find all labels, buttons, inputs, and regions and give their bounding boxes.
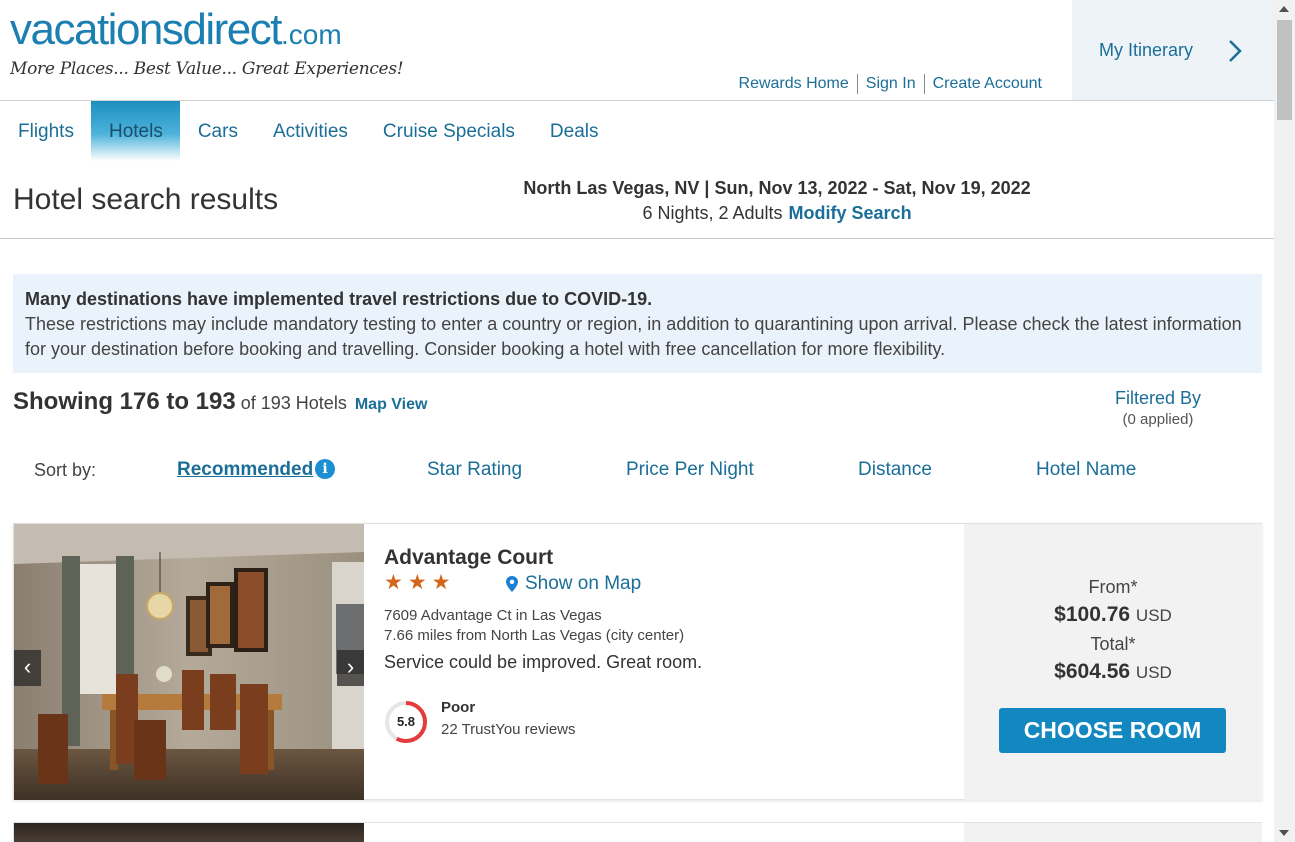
page-title: Hotel search results <box>13 183 279 216</box>
hotel-distance: 7.66 miles from North Las Vegas (city ce… <box>384 627 685 644</box>
map-pin-icon <box>506 576 518 592</box>
filter-count: (0 applied) <box>1122 411 1194 428</box>
sort-price-per-night[interactable]: Price Per Night <box>626 459 754 481</box>
scroll-down-arrow-icon[interactable] <box>1279 830 1289 836</box>
hotel-photo-image <box>14 524 364 800</box>
review-count[interactable]: 22 TrustYou reviews <box>441 721 576 738</box>
sort-label: Sort by: <box>34 460 97 480</box>
hotel-photo[interactable]: ‹ › <box>14 524 364 800</box>
hotel-address: 7609 Advantage Ct in Las Vegas 7.66 mile… <box>384 606 684 646</box>
tab-flights[interactable]: Flights <box>0 101 91 161</box>
hotel-photo-next[interactable] <box>14 823 364 842</box>
account-links: Rewards Home Sign In Create Account <box>731 74 1050 94</box>
modify-search-link[interactable]: Modify Search <box>789 203 912 223</box>
sort-star-rating[interactable]: Star Rating <box>427 459 522 481</box>
tab-hotels[interactable]: Hotels <box>90 101 180 161</box>
hotel-details: Advantage Court ★★★ Show on Map 7609 Adv… <box>384 524 964 800</box>
rewards-home-link[interactable]: Rewards Home <box>731 74 857 94</box>
tab-deals[interactable]: Deals <box>532 101 616 161</box>
star-icon: ★★★ <box>384 571 456 594</box>
tab-cars[interactable]: Cars <box>180 101 255 161</box>
results-count: Showing 176 to 193 of 193 Hotels Map Vie… <box>13 388 427 416</box>
sort-recommended[interactable]: Recommended <box>177 459 313 481</box>
hotel-street: 7609 Advantage Ct in Las Vegas <box>384 607 602 624</box>
photo-prev-button[interactable]: ‹ <box>14 650 41 686</box>
chevron-right-icon: › <box>346 654 355 679</box>
total-currency: USD <box>1135 663 1172 682</box>
rating-word: Poor <box>441 699 476 716</box>
total-label: Total* <box>1090 634 1136 654</box>
search-guests: 6 Nights, 2 Adults <box>642 203 783 223</box>
covid-notice-body: These restrictions may include mandatory… <box>25 314 1242 359</box>
my-itinerary-button[interactable]: My Itinerary <box>1072 0 1274 100</box>
price-panel-next <box>964 823 1262 842</box>
from-currency: USD <box>1135 606 1172 625</box>
chevron-left-icon: ‹ <box>23 654 32 679</box>
sign-in-link[interactable]: Sign In <box>856 74 924 94</box>
choose-room-button[interactable]: CHOOSE ROOM <box>999 708 1226 753</box>
scroll-thumb[interactable] <box>1277 20 1292 120</box>
star-rating: ★★★ <box>384 570 455 595</box>
hotel-card: ‹ › Advantage Court ★★★ Show on Map 7609… <box>13 523 1262 800</box>
sort-distance[interactable]: Distance <box>858 459 932 481</box>
filter-toggle[interactable]: Filtered By (0 applied) <box>1090 387 1226 431</box>
from-price-value: $100.76 <box>1054 603 1131 626</box>
total-price-value: $604.56 <box>1054 660 1131 683</box>
results-range: Showing 176 to 193 <box>13 388 236 415</box>
site-logo[interactable]: vacationsdirect.com More Places... Best … <box>10 5 404 80</box>
covid-notice-title: Many destinations have implemented trave… <box>25 289 653 309</box>
tab-activities[interactable]: Activities <box>255 101 365 161</box>
from-price: $100.76 USD <box>964 603 1262 627</box>
site-header: vacationsdirect.com More Places... Best … <box>0 0 1274 101</box>
logo-wordmark: vacationsdirect <box>10 5 282 54</box>
logo-tagline: More Places... Best Value... Great Exper… <box>10 59 404 79</box>
filtered-by-label: Filtered By <box>1114 388 1202 408</box>
scroll-up-arrow-icon[interactable] <box>1279 6 1289 12</box>
search-location-dates: North Las Vegas, NV | Sun, Nov 13, 2022 … <box>523 178 1031 198</box>
results-total: of 193 Hotels <box>240 393 347 413</box>
create-account-link[interactable]: Create Account <box>923 74 1050 94</box>
my-itinerary-label: My Itinerary <box>1099 40 1194 60</box>
total-price: $604.56 USD <box>964 660 1262 684</box>
logo-dotcom: .com <box>280 19 342 50</box>
map-view-link[interactable]: Map View <box>355 396 428 413</box>
info-icon[interactable]: i <box>315 459 335 479</box>
review-summary: Service could be improved. Great room. <box>384 652 703 672</box>
header-divider <box>0 238 1274 239</box>
covid-notice: Many destinations have implemented trave… <box>13 274 1262 373</box>
photo-next-button[interactable]: › <box>337 650 364 686</box>
search-summary: North Las Vegas, NV | Sun, Nov 13, 2022 … <box>470 176 1084 226</box>
sort-hotel-name[interactable]: Hotel Name <box>1036 459 1136 481</box>
main-nav: Flights Hotels Cars Activities Cruise Sp… <box>0 101 616 161</box>
show-on-map-label: Show on Map <box>525 573 642 594</box>
hotel-card-next <box>13 822 1262 842</box>
chevron-right-icon <box>1229 40 1242 62</box>
show-on-map-link[interactable]: Show on Map <box>506 573 641 595</box>
page-scrollbar[interactable] <box>1274 0 1295 842</box>
price-panel: From* $100.76 USD Total* $604.56 USD CHO… <box>964 524 1262 800</box>
review-score: 5.8 <box>396 714 416 729</box>
tab-cruise-specials[interactable]: Cruise Specials <box>365 101 532 161</box>
from-label: From* <box>1088 577 1138 597</box>
hotel-name[interactable]: Advantage Court <box>384 546 553 570</box>
